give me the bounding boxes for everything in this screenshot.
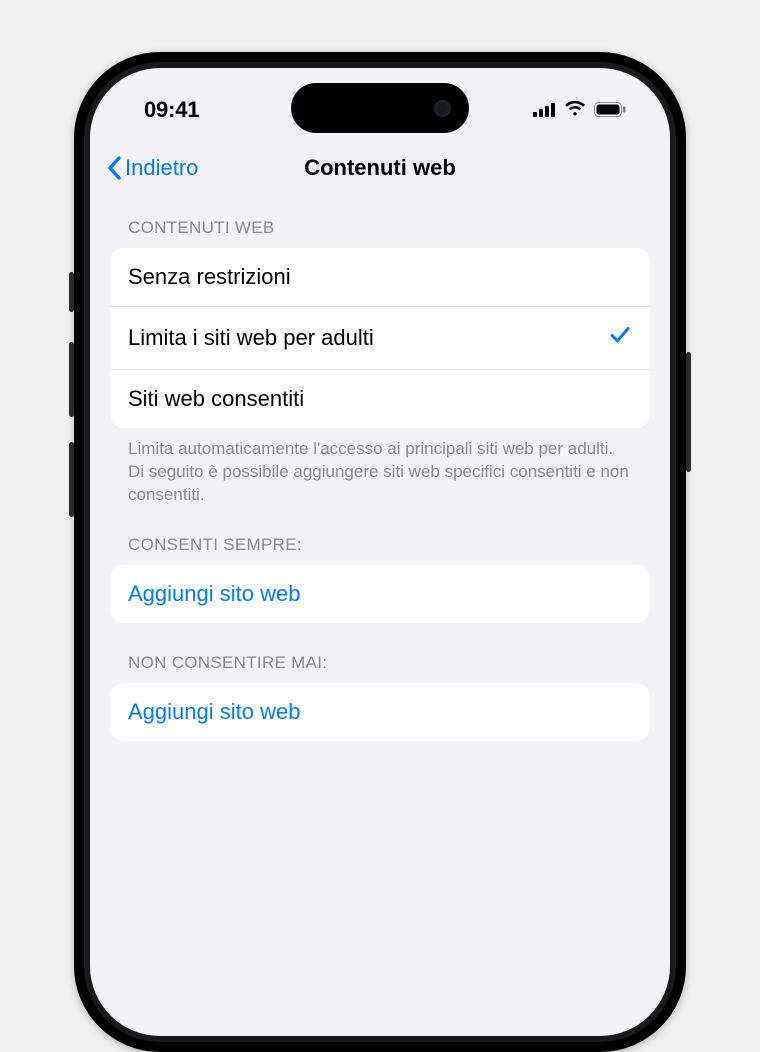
web-content-options-list: Senza restrizioni Limita i siti web per … xyxy=(110,248,650,428)
add-website-label: Aggiungi sito web xyxy=(128,581,300,607)
option-unrestricted[interactable]: Senza restrizioni xyxy=(110,248,650,307)
chevron-left-icon xyxy=(106,156,122,180)
option-label: Senza restrizioni xyxy=(128,264,291,290)
battery-icon xyxy=(594,97,626,123)
add-website-never-button[interactable]: Aggiungi sito web xyxy=(110,683,650,741)
add-website-allow-button[interactable]: Aggiungi sito web xyxy=(110,565,650,623)
checkmark-icon xyxy=(608,323,632,353)
phone-screen: 09:41 In xyxy=(90,68,670,1036)
option-limit-adult[interactable]: Limita i siti web per adulti xyxy=(110,307,650,370)
option-allowed-only[interactable]: Siti web consentiti xyxy=(110,370,650,428)
section-header-web-content: CONTENUTI WEB xyxy=(110,218,650,248)
content-area: CONTENUTI WEB Senza restrizioni Limita i… xyxy=(90,194,670,741)
back-label: Indietro xyxy=(125,155,198,181)
add-website-label: Aggiungi sito web xyxy=(128,699,300,725)
silent-switch xyxy=(69,272,74,312)
cellular-icon xyxy=(533,97,556,123)
section-header-always-allow: CONSENTI SEMPRE: xyxy=(110,535,650,565)
status-time: 09:41 xyxy=(144,97,199,123)
section-header-never-allow: NON CONSENTIRE MAI: xyxy=(110,653,650,683)
front-camera-icon xyxy=(434,100,451,117)
never-allow-list: Aggiungi sito web xyxy=(110,683,650,741)
option-label: Limita i siti web per adulti xyxy=(128,325,374,351)
volume-up-button xyxy=(69,342,74,417)
phone-bezel: 09:41 In xyxy=(84,62,676,1042)
wifi-icon xyxy=(564,97,586,123)
phone-frame: 09:41 In xyxy=(74,52,686,1052)
nav-bar: Indietro Contenuti web xyxy=(90,142,670,194)
page-title: Contenuti web xyxy=(304,155,456,181)
option-label: Siti web consentiti xyxy=(128,386,304,412)
status-icons xyxy=(533,97,626,123)
section-footer-web-content: Limita automaticamente l'accesso ai prin… xyxy=(110,428,650,535)
dynamic-island xyxy=(291,83,469,133)
always-allow-list: Aggiungi sito web xyxy=(110,565,650,623)
back-button[interactable]: Indietro xyxy=(106,155,198,181)
volume-down-button xyxy=(69,442,74,517)
power-button xyxy=(686,352,691,472)
